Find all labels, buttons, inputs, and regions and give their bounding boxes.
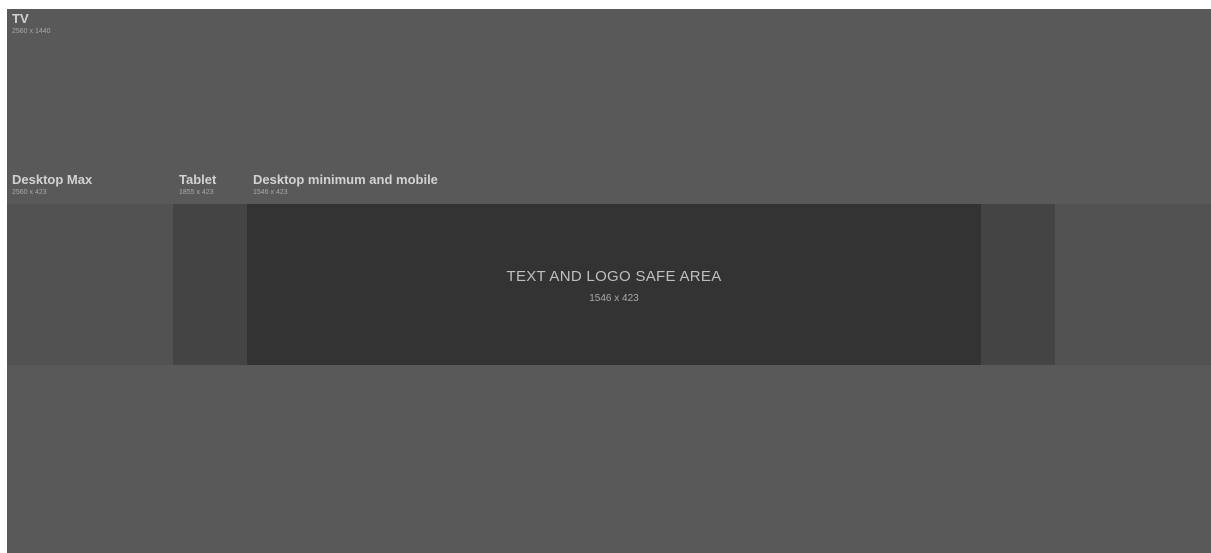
banner-template-canvas: TEXT AND LOGO SAFE AREA 1546 x 423 TV 25… (7, 9, 1211, 553)
safe-area-zone: TEXT AND LOGO SAFE AREA 1546 x 423 (247, 204, 981, 365)
desktop-max-dimensions: 2560 x 423 (12, 189, 47, 196)
desktop-min-name: Desktop minimum and mobile (253, 172, 438, 187)
desktop-max-label: Desktop Max 2560 x 423 (12, 173, 92, 197)
safe-area-title: TEXT AND LOGO SAFE AREA (506, 268, 722, 285)
tablet-name: Tablet (179, 172, 217, 187)
tv-zone-dimensions: 2560 x 1440 (12, 28, 51, 35)
tv-zone-label: TV 2560 x 1440 (12, 12, 51, 36)
tv-zone-name: TV (12, 11, 29, 26)
tablet-label: Tablet 1855 x 423 (179, 173, 216, 197)
desktop-max-name: Desktop Max (12, 172, 93, 187)
tablet-dimensions: 1855 x 423 (179, 189, 214, 196)
desktop-min-dimensions: 1546 x 423 (253, 189, 288, 196)
safe-area-dimensions: 1546 x 423 (589, 293, 639, 304)
desktop-min-label: Desktop minimum and mobile 1546 x 423 (253, 173, 438, 197)
